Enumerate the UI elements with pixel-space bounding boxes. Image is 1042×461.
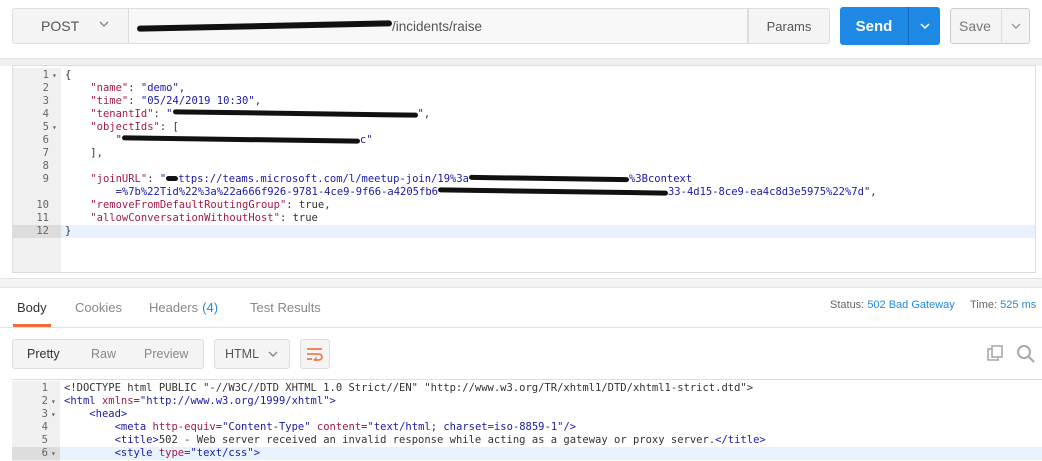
line-number: 8 xyxy=(42,160,49,172)
request-body-editor[interactable]: 1 ▾ 2 3 4 5 ▾ 6 7 8 9 10 11 12 { "name": "demo", "tim… xyxy=(12,65,1036,273)
save-button[interactable]: Save xyxy=(950,8,1030,44)
save-label: Save xyxy=(959,18,991,34)
tab-headers[interactable]: Headers (4) xyxy=(149,287,218,327)
chevron-down-icon xyxy=(1011,23,1021,29)
line-number xyxy=(13,186,49,199)
code-line: { xyxy=(65,69,72,81)
line-number: 12 xyxy=(36,225,49,237)
code-line: "removeFromDefaultRoutingGroup": true, xyxy=(90,199,331,211)
redaction-mark xyxy=(166,175,178,183)
code-line: "time": "05/24/2019 10:30", xyxy=(90,95,262,107)
line-number: 3 xyxy=(41,408,48,420)
code-editor[interactable]: 1 2 ▾ 3 ▾ 4 5 6 ▾ <!DOCTYPE html PUBLIC "-//W3C/… xyxy=(12,381,1042,461)
line-number: 2 xyxy=(41,395,48,407)
code-line: ], xyxy=(65,147,103,159)
redacted-host xyxy=(137,21,392,31)
line-number: 1 xyxy=(41,382,48,394)
redaction-mark xyxy=(469,175,629,183)
code-line: <html xmlns="http://www.w3.org/1999/xhtm… xyxy=(64,395,336,407)
format-select[interactable]: HTML xyxy=(214,339,290,369)
code-editor[interactable]: 1 ▾ 2 3 4 5 ▾ 6 7 8 9 10 11 12 { "name": "demo", "tim… xyxy=(13,68,1035,272)
code-line: "joinURL": " ttps://teams.microsoft.com/l… xyxy=(90,173,693,185)
tab-label: Body xyxy=(17,299,47,315)
tab-label: Test Results xyxy=(250,299,321,315)
chevron-down-icon xyxy=(99,21,109,27)
redaction-mark xyxy=(438,188,668,196)
chevron-down-icon xyxy=(919,23,930,30)
response-body-viewer[interactable]: 1 2 ▾ 3 ▾ 4 5 6 ▾ <!DOCTYPE html PUBLIC "-//W3C/… xyxy=(12,379,1042,461)
url-path: /incidents/raise xyxy=(392,18,483,34)
code-line: <meta http-equiv="Content-Type" content=… xyxy=(114,421,577,433)
fold-toggle-icon[interactable]: ▾ xyxy=(51,447,59,460)
method-label: POST xyxy=(41,18,80,34)
code-line: =%7b%22Tid%22%3a%22a666f926-9781-4ce9-9f… xyxy=(65,186,877,198)
status-label: Status: xyxy=(830,299,865,311)
code-line: "tenantId": " ", xyxy=(90,108,431,120)
tab-test-results[interactable]: Test Results xyxy=(250,287,321,327)
view-pretty-button[interactable]: Pretty xyxy=(27,340,60,368)
line-number: 2 xyxy=(42,82,49,94)
tab-label: Headers xyxy=(149,299,199,315)
code-area[interactable]: { "name": "demo", "time": "05/24/2019 10… xyxy=(61,68,1035,272)
view-preview-button[interactable]: Preview xyxy=(144,340,188,368)
copy-icon[interactable] xyxy=(986,344,1004,362)
code-area[interactable]: <!DOCTYPE html PUBLIC "-//W3C//DTD XHTML… xyxy=(60,381,1042,461)
method-select[interactable]: POST xyxy=(12,8,128,44)
code-line: <title>502 - Web server received an inva… xyxy=(114,434,766,446)
tab-label: Cookies xyxy=(75,299,122,315)
response-tabs: Body Cookies Headers (4) Test Results Sta… xyxy=(0,287,1042,328)
request-bar: POST /incidents/raise Params Send Save xyxy=(0,0,1042,58)
line-number: 1 xyxy=(42,69,49,81)
active-line-highlight xyxy=(61,225,1035,238)
line-number: 5 xyxy=(42,121,49,133)
code-line: "objectIds": [ xyxy=(90,121,179,133)
format-label: HTML xyxy=(225,347,260,361)
redaction-mark xyxy=(173,110,418,118)
line-number: 11 xyxy=(36,212,49,224)
line-number: 10 xyxy=(36,199,49,211)
redaction-mark xyxy=(122,136,360,144)
view-mode-group: Pretty Raw Preview xyxy=(12,339,204,369)
status-value[interactable]: 502 Bad Gateway xyxy=(867,299,954,311)
line-number: 5 xyxy=(41,434,48,446)
send-label: Send xyxy=(855,17,893,35)
tab-body[interactable]: Body xyxy=(13,287,51,327)
code-line: "name": "demo", xyxy=(90,82,186,94)
time-value[interactable]: 525 ms xyxy=(1000,299,1036,311)
header-count: (4) xyxy=(202,299,219,315)
time-label: Time: xyxy=(970,299,998,311)
url-input[interactable]: /incidents/raise xyxy=(128,8,748,44)
code-line: <head> xyxy=(89,408,128,420)
fold-toggle-icon[interactable]: ▾ xyxy=(51,408,59,421)
status-readout: Status: 502 Bad Gateway xyxy=(830,299,955,311)
params-button[interactable]: Params xyxy=(748,8,830,44)
wrap-lines-icon xyxy=(307,348,323,361)
line-number: 4 xyxy=(41,421,48,433)
fold-toggle-icon[interactable]: ▾ xyxy=(52,121,60,134)
code-line: " c" xyxy=(115,134,373,146)
fold-toggle-icon[interactable]: ▾ xyxy=(52,69,60,82)
send-options-button[interactable] xyxy=(909,7,940,45)
chevron-down-icon xyxy=(268,351,278,357)
view-raw-button[interactable]: Raw xyxy=(91,340,116,368)
line-number: 6 xyxy=(42,134,49,146)
line-number: 7 xyxy=(42,147,49,159)
search-icon[interactable] xyxy=(1016,344,1036,364)
save-options-button[interactable] xyxy=(1002,9,1030,43)
code-line: } xyxy=(65,225,72,237)
line-number: 6 xyxy=(41,447,48,459)
code-line: "allowConversationWithoutHost": true xyxy=(90,212,318,224)
time-readout: Time: 525 ms xyxy=(970,299,1036,311)
line-gutter: 1 2 ▾ 3 ▾ 4 5 6 ▾ xyxy=(12,381,60,461)
code-line: <style type="text/css"> xyxy=(114,447,261,459)
line-number: 3 xyxy=(42,95,49,107)
wrap-lines-button[interactable] xyxy=(300,339,330,369)
send-button[interactable]: Send xyxy=(840,7,940,45)
tab-cookies[interactable]: Cookies xyxy=(75,287,122,327)
line-number: 9 xyxy=(42,173,49,185)
code-line: <!DOCTYPE html PUBLIC "-//W3C//DTD XHTML… xyxy=(64,382,754,394)
line-gutter: 1 ▾ 2 3 4 5 ▾ 6 7 8 9 10 11 12 xyxy=(13,68,61,272)
fold-toggle-icon[interactable]: ▾ xyxy=(51,395,59,408)
line-number: 4 xyxy=(42,108,49,120)
